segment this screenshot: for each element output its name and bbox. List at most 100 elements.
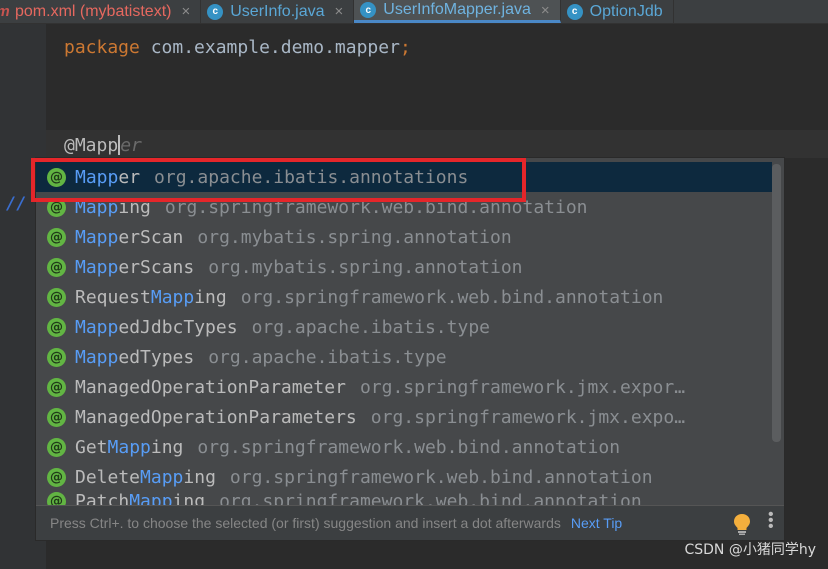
name-suffix: ing — [118, 196, 151, 218]
name-match: Mapp — [150, 286, 195, 308]
completion-package: org.apache.ibatis.type — [208, 346, 447, 368]
name-suffix: edTypes — [118, 346, 195, 368]
completion-package: org.springframework.jmx.expor… — [359, 376, 686, 398]
completion-package: org.springframework.web.bind.annotation — [240, 286, 664, 308]
watermark: CSDN @小猪同学hy — [684, 542, 816, 558]
annotation-icon: @ — [47, 377, 66, 397]
annotation-icon: @ — [47, 407, 66, 427]
completion-scrollbar[interactable] — [772, 164, 781, 442]
name-match: Mapp — [75, 196, 119, 218]
completion-item[interactable]: @ RequestMapping org.springframework.web.b… — [36, 282, 772, 312]
editor-tab-bar: mpom.xml (mybatistext)×cUserInfo.java×cU… — [0, 0, 828, 24]
completion-item[interactable]: @ MapperScans org.mybatis.spring.annotatio… — [36, 252, 772, 282]
name-match: Mapp — [140, 466, 184, 488]
completion-package: org.springframework.web.bind.annotation — [229, 466, 653, 488]
completion-package: org.mybatis.spring.annotation — [197, 226, 512, 248]
completion-item[interactable]: @ ManagedOperationParameters org.springfra… — [36, 402, 772, 432]
completion-name: ManagedOperationParameters — [75, 407, 357, 428]
name-prefix: Get — [75, 436, 108, 458]
completion-package: org.apache.ibatis.annotations — [154, 166, 469, 188]
close-tab-icon[interactable]: × — [541, 2, 550, 19]
name-match: Mapp — [75, 166, 119, 188]
annotation-icon: @ — [47, 227, 66, 247]
package-name: com.example.demo.mapper — [139, 37, 400, 58]
close-tab-icon[interactable]: × — [335, 3, 344, 20]
tab-1[interactable]: c UserInfo.java × — [201, 0, 355, 23]
completion-name: Mapper — [75, 167, 140, 188]
tab-label: UserInfo.java — [230, 2, 325, 20]
tab-2[interactable]: c UserInfoMapper.java × — [354, 0, 561, 23]
completion-package: org.springframework.web.bind.annotation — [197, 436, 621, 458]
completion-name: MappedTypes — [75, 347, 194, 368]
tab-0[interactable]: m pom.xml (mybatistext) × — [0, 0, 202, 23]
annotation-icon: @ — [47, 347, 66, 367]
name-prefix: ManagedOperationParameters — [75, 406, 357, 428]
completion-item[interactable]: @ Mapping org.springframework.web.bind.ann… — [36, 192, 772, 222]
lightbulb-icon[interactable] — [732, 513, 752, 535]
name-suffix: er — [118, 166, 141, 188]
tab-3[interactable]: c OptionJdb — [561, 0, 674, 23]
annotation-icon: @ — [47, 317, 66, 337]
name-match: Mapp — [75, 226, 119, 248]
completion-item[interactable]: @ MappedTypes org.apache.ibatis.type — [36, 342, 772, 372]
completion-item[interactable]: @ DeleteMapping org.springframework.web.bi… — [36, 462, 772, 492]
name-match: Mapp — [75, 316, 119, 338]
tab-label: OptionJdb — [589, 2, 663, 20]
annotation-icon: @ — [47, 287, 66, 307]
name-suffix: edJdbcTypes — [118, 316, 238, 338]
package-line: package com.example.demo.mapper; — [64, 36, 411, 60]
name-match: Mapp — [75, 256, 119, 278]
close-tab-icon[interactable]: × — [181, 3, 190, 20]
completion-list[interactable]: @ Mapper org.apache.ibatis.annotations @ Map… — [36, 162, 772, 510]
more-options-icon[interactable]: • • • — [768, 507, 774, 535]
annotation-icon: @ — [47, 167, 66, 187]
completion-item[interactable]: @ MapperScan org.mybatis.spring.annotation — [36, 222, 772, 252]
completion-item[interactable]: @ GetMapping org.springframework.web.bind.… — [36, 432, 772, 462]
completion-name: RequestMapping — [75, 287, 227, 308]
completion-name: MappedJdbcTypes — [75, 317, 238, 338]
annotation-icon: @ — [47, 197, 66, 217]
name-suffix: erScan — [118, 226, 184, 248]
completion-name: GetMapping — [75, 437, 183, 458]
tab-label: UserInfoMapper.java — [383, 1, 531, 18]
completion-footer: Press Ctrl+. to choose the selected (or … — [36, 505, 784, 540]
maven-file-icon: m — [0, 3, 10, 20]
name-match: Mapp — [75, 346, 119, 368]
completion-package: org.apache.ibatis.type — [251, 316, 490, 338]
completion-package: org.springframework.jmx.expo… — [370, 406, 686, 428]
completion-name: ManagedOperationParameter — [75, 377, 346, 398]
completion-item[interactable]: @ ManagedOperationParameter org.springfram… — [36, 372, 772, 402]
name-prefix: Request — [75, 286, 151, 308]
completion-preview: er — [120, 135, 142, 156]
current-line-highlight — [46, 130, 828, 158]
code-completion-popup[interactable]: @ Mapper org.apache.ibatis.annotations @ Map… — [35, 157, 785, 541]
java-class-icon: c — [207, 3, 224, 20]
mybatis-gutter-icon[interactable]: // — [6, 194, 26, 214]
next-tip-link[interactable]: Next Tip — [571, 515, 622, 531]
completion-package: org.mybatis.spring.annotation — [208, 256, 523, 278]
java-class-icon: c — [360, 2, 377, 18]
completion-hint: Press Ctrl+. to choose the selected (or … — [50, 515, 561, 531]
name-suffix: erScans — [118, 256, 195, 278]
annotation-icon: @ — [47, 257, 66, 277]
completion-name: MapperScan — [75, 227, 183, 248]
name-suffix: ing — [183, 466, 216, 488]
name-prefix: Delete — [75, 466, 141, 488]
name-suffix: ing — [150, 436, 184, 458]
annotation-line: @Mapp er — [64, 134, 142, 158]
package-keyword: package — [64, 37, 140, 58]
annotation-icon: @ — [47, 437, 66, 457]
name-match: Mapp — [107, 436, 151, 458]
completion-item[interactable]: @ MappedJdbcTypes org.apache.ibatis.type — [36, 312, 772, 342]
package-semicolon: ; — [399, 37, 411, 58]
name-suffix: ing — [194, 286, 227, 308]
completion-name: Mapping — [75, 197, 151, 218]
completion-name: DeleteMapping — [75, 467, 216, 488]
name-prefix: ManagedOperationParameter — [75, 376, 346, 398]
typed-annotation: @Mapp — [64, 135, 119, 156]
java-class-icon: c — [566, 3, 583, 20]
completion-name: MapperScans — [75, 257, 194, 278]
completion-package: org.springframework.web.bind.annotation — [164, 196, 588, 218]
tab-label: pom.xml (mybatistext) — [15, 2, 172, 20]
completion-item[interactable]: @ Mapper org.apache.ibatis.annotations — [36, 162, 772, 192]
